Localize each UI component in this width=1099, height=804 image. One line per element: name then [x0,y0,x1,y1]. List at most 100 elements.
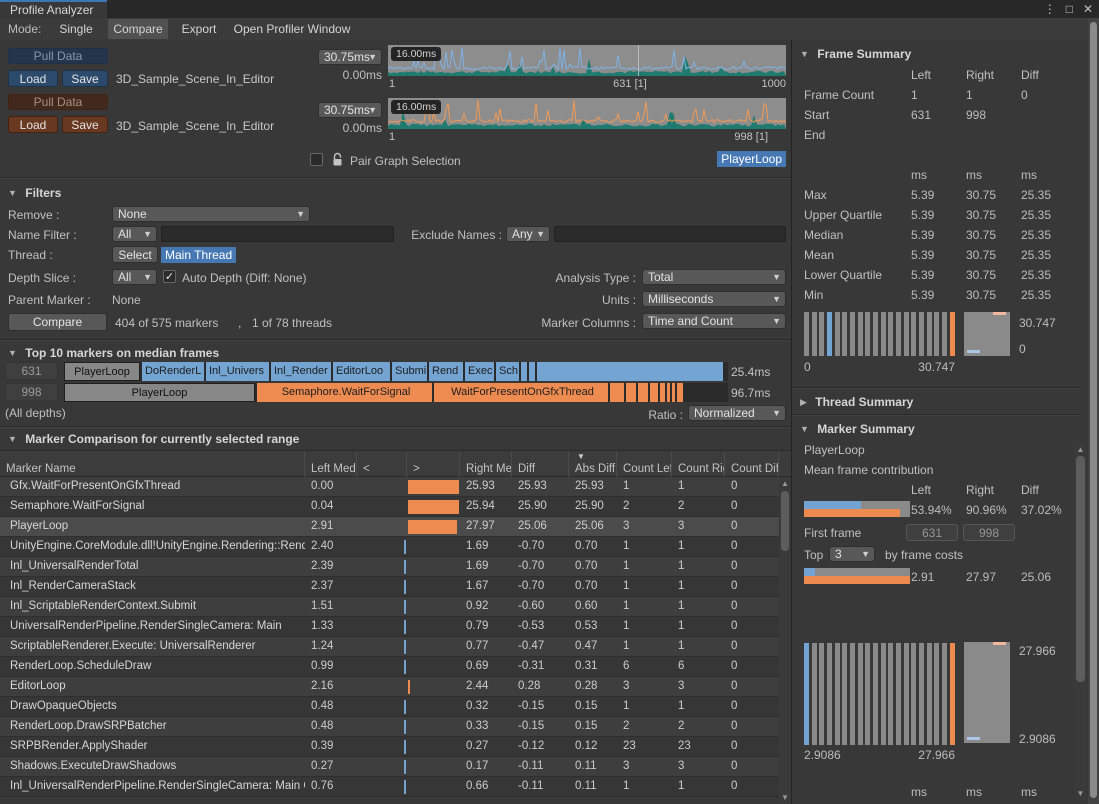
column-header-blank[interactable]: > [407,451,460,478]
compare-button[interactable]: Compare [8,313,107,331]
mode-single-button[interactable]: Single [48,19,104,39]
table-scrollbar[interactable]: ▲ ▼ [779,477,791,804]
load-right-button[interactable]: Load [8,116,58,133]
top10-segment-editorloo[interactable]: EditorLoo [333,362,390,381]
analysis-type-dropdown[interactable]: Total▼ [642,269,786,285]
top10-segment-sch[interactable]: Sch [496,362,519,381]
table-row[interactable]: EditorLoop2.162.440.280.28330 [0,677,791,697]
top10-segment-submi[interactable]: Submi [392,362,427,381]
save-left-button[interactable]: Save [62,70,108,87]
lock-open-icon[interactable] [331,152,344,167]
top10-segment-x[interactable] [660,383,665,402]
top10-segment-x[interactable] [521,362,527,381]
depth-slice-dropdown[interactable]: All▼ [112,269,157,285]
thread-summary-header[interactable]: ▶ Thread Summary [800,395,913,409]
marker-time-histogram[interactable] [804,643,955,745]
top-n-dropdown[interactable]: 3▼ [829,546,875,562]
right-range-dropdown[interactable]: 30.75ms▼ [318,102,382,118]
table-row[interactable]: Inl_UniversalRenderPipeline.RenderSingle… [0,777,791,797]
column-header-count-left[interactable]: Count Left [617,451,672,478]
table-row[interactable]: ScriptableRenderer.Execute: UniversalRen… [0,637,791,657]
filters-header[interactable]: ▼ Filters [8,186,61,200]
column-header-right-median[interactable]: Right Median [460,451,512,478]
column-header-blank[interactable]: < [357,451,407,478]
name-filter-mode-dropdown[interactable]: All▼ [112,226,157,242]
table-row[interactable]: Gfx.WaitForPresentOnGfxThread0.0025.9325… [0,477,791,497]
table-row[interactable]: RenderLoop.ScheduleDraw0.990.69-0.310.31… [0,657,791,677]
top10-segment-rend[interactable]: Rend [429,362,463,381]
first-frame-left-button[interactable]: 631 [906,524,958,541]
top10-segment-x[interactable] [638,383,648,402]
window-scrollbar-thumb[interactable] [1090,22,1097,798]
window-scrollbar[interactable] [1088,18,1099,804]
pull-data-left-button[interactable]: Pull Data [8,48,108,64]
column-header-count-diff[interactable]: Count Diff [725,451,779,478]
top10-segment-playerloop[interactable]: PlayerLoop [64,383,255,402]
table-row[interactable]: DrawOpaqueObjects0.480.32-0.150.15110 [0,697,791,717]
save-right-button[interactable]: Save [62,116,108,133]
frame-button-631[interactable]: 631 [5,362,58,380]
top10-header[interactable]: ▼ Top 10 markers on median frames [8,346,219,360]
units-dropdown[interactable]: Milliseconds▼ [642,291,786,307]
column-header-count-right[interactable]: Count Right [672,451,725,478]
top10-segment-x[interactable] [672,383,675,402]
remove-dropdown[interactable]: None▼ [112,206,310,222]
exclude-mode-dropdown[interactable]: Any▼ [506,226,550,242]
right-frame-graph[interactable]: 16.00ms [388,98,786,129]
auto-depth-checkbox[interactable]: ✓ [163,270,176,283]
ratio-dropdown[interactable]: Normalized▼ [688,405,786,421]
scroll-up-icon[interactable]: ▲ [1074,445,1087,454]
scroll-up-icon[interactable]: ▲ [779,479,791,488]
pull-data-right-button[interactable]: Pull Data [8,94,108,110]
top10-segment-x[interactable] [529,362,535,381]
marker-summary-scrollbar[interactable]: ▲ ▼ [1074,443,1087,800]
table-row[interactable]: PlayerLoop2.9127.9725.0625.06330 [0,517,791,537]
table-row[interactable]: UnityEngine.CoreModule.dll!UnityEngine.R… [0,537,791,557]
tab-profile-analyzer[interactable]: Profile Analyzer [0,0,107,19]
column-header-left-median[interactable]: Left Median [305,451,357,478]
mode-compare-button[interactable]: Compare [108,19,168,39]
frame-button-998[interactable]: 998 [5,383,58,401]
load-left-button[interactable]: Load [8,70,58,87]
table-row[interactable]: Semaphore.WaitForSignal0.0425.9425.9025.… [0,497,791,517]
table-row[interactable]: Shadows.ExecuteDrawShadows0.270.17-0.110… [0,757,791,777]
top10-segment-exec[interactable]: Exec [465,362,494,381]
top10-segment-x[interactable] [537,362,723,381]
frame-summary-header[interactable]: ▼ Frame Summary [800,47,911,61]
top10-segment-x[interactable] [667,383,670,402]
table-scrollbar-thumb[interactable] [781,491,789,551]
table-row[interactable]: Inl_ScriptableRenderContext.Submit1.510.… [0,597,791,617]
top10-segment-semaphore-waitforsignal[interactable]: Semaphore.WaitForSignal [257,383,432,402]
menu-kebab-icon[interactable]: ⋮ [1044,0,1056,18]
table-row[interactable]: Inl_UniversalRenderTotal2.391.69-0.700.7… [0,557,791,577]
column-header-diff[interactable]: Diff [512,451,569,478]
top10-segment-inl-render[interactable]: Inl_Render [271,362,331,381]
top10-segment-inl-univers[interactable]: Inl_Univers [206,362,269,381]
top10-segment-x[interactable] [650,383,658,402]
marker-columns-dropdown[interactable]: Time and Count▼ [642,313,786,329]
close-icon[interactable]: ✕ [1083,0,1093,18]
column-header-marker-name[interactable]: Marker Name [0,451,305,478]
scroll-down-icon[interactable]: ▼ [779,793,791,802]
open-profiler-window-button[interactable]: Open Profiler Window [228,19,356,39]
top10-bar-right[interactable]: PlayerLoopSemaphore.WaitForSignalWaitFor… [64,383,728,402]
table-row[interactable]: SRPBRender.ApplyShader0.390.27-0.120.122… [0,737,791,757]
export-button[interactable]: Export [174,19,224,39]
table-row[interactable]: Inl_RenderCameraStack2.371.67-0.700.7011… [0,577,791,597]
maximize-icon[interactable]: □ [1066,0,1073,18]
scroll-down-icon[interactable]: ▼ [1074,789,1087,798]
table-row[interactable]: RenderLoop.DrawSRPBatcher0.480.33-0.150.… [0,717,791,737]
top10-segment-dorenderl[interactable]: DoRenderL [142,362,204,381]
comparison-header[interactable]: ▼ Marker Comparison for currently select… [8,432,299,446]
top10-segment-x[interactable] [610,383,624,402]
left-frame-graph[interactable]: 16.00ms [388,45,786,76]
exclude-names-input[interactable] [554,226,786,242]
marker-summary-scrollbar-thumb[interactable] [1076,456,1085,682]
thread-select-button[interactable]: Select [112,246,158,263]
pair-graph-checkbox[interactable] [310,153,323,166]
top10-segment-x[interactable] [626,383,636,402]
selected-marker-chip[interactable]: PlayerLoop [717,151,786,167]
top10-segment-waitforpresentongfxthread[interactable]: WaitForPresentOnGfxThread [434,383,608,402]
top10-bar-left[interactable]: PlayerLoopDoRenderLInl_UniversInl_Render… [64,362,728,381]
frame-time-histogram[interactable] [804,312,955,356]
